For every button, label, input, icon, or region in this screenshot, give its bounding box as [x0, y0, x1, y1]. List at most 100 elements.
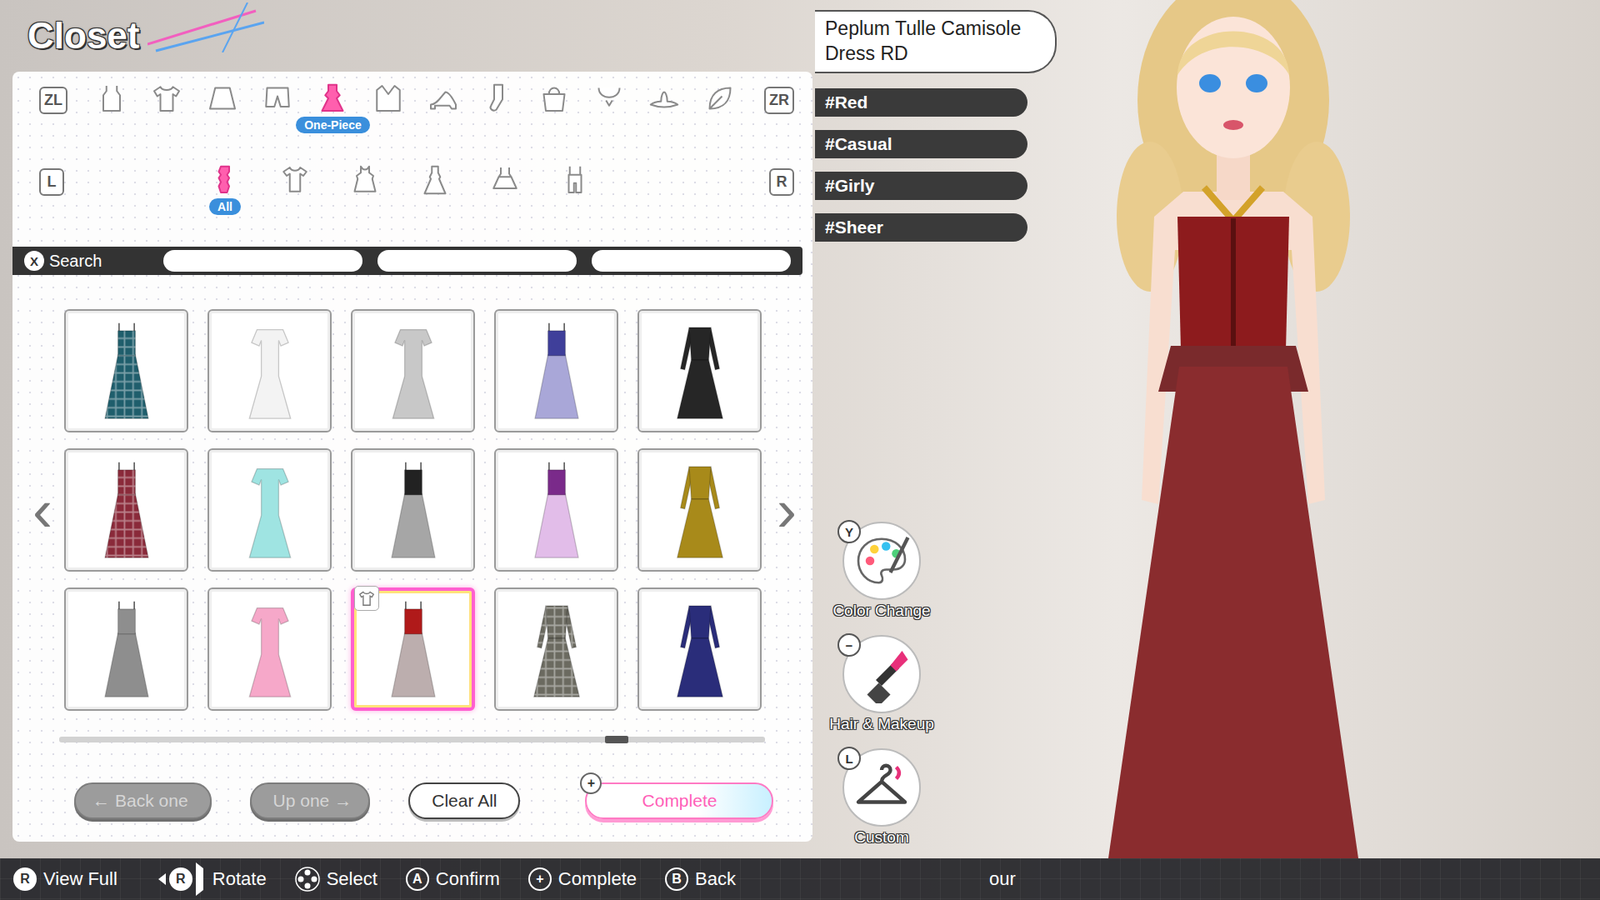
screen-title: Closet	[27, 15, 140, 57]
tool-circle: −	[842, 635, 921, 714]
tool-label: Hair & Makeup	[829, 715, 935, 734]
hint-label: Rotate	[212, 868, 267, 890]
item-card[interactable]	[207, 448, 332, 572]
item-card[interactable]	[494, 448, 619, 572]
info-column: Peplum Tulle Camisole Dress RD#Red#Casua…	[812, 0, 1063, 859]
dress-thumbnail-icon	[380, 316, 447, 425]
category-tab[interactable]	[147, 81, 186, 134]
item-card[interactable]	[64, 309, 189, 433]
item-card[interactable]	[207, 587, 332, 711]
subcategory-list: All	[64, 163, 770, 215]
item-card[interactable]	[494, 587, 619, 711]
item-card[interactable]	[494, 309, 619, 433]
prev-page-arrow[interactable]: ‹	[30, 480, 55, 540]
hint-label: Back	[695, 868, 736, 890]
side-tools: YColor Change−Hair & MakeupLCustom	[815, 521, 1063, 847]
search-field[interactable]	[377, 250, 577, 272]
item-card[interactable]	[350, 309, 475, 433]
dress-thumbnail-icon	[523, 316, 590, 425]
item-tag: #Casual	[815, 130, 1028, 159]
tool-label: Color Change	[832, 601, 930, 620]
item-card[interactable]	[64, 448, 189, 572]
prev-subcategory-key[interactable]: L	[39, 168, 65, 196]
item-card[interactable]	[64, 587, 189, 711]
subcategory-tab[interactable]	[415, 163, 455, 215]
category-tab[interactable]	[92, 81, 131, 134]
category-tab[interactable]	[590, 81, 629, 134]
scroll-thumb[interactable]	[605, 735, 629, 744]
item-card[interactable]	[637, 587, 762, 711]
side-tool-button[interactable]: LCustom	[823, 748, 940, 847]
category-tab[interactable]	[535, 81, 574, 134]
item-grid	[64, 309, 762, 711]
category-tab[interactable]	[424, 81, 463, 134]
search-label: Search	[49, 251, 149, 271]
dress-thumbnail-icon	[236, 316, 304, 425]
side-tool-button[interactable]: YColor Change	[823, 521, 940, 620]
category-tab[interactable]	[203, 81, 242, 134]
control-hints: RView FullRRotateSelectAConfirm+Complete…	[0, 858, 1600, 900]
tool-circle: Y	[842, 521, 921, 600]
subcategory-tab[interactable]: All	[205, 163, 245, 215]
button-label: Complete	[642, 790, 718, 811]
category-tab[interactable]	[645, 81, 684, 134]
equipped-badge	[354, 585, 380, 611]
subcategory-tab[interactable]	[555, 163, 595, 215]
hint-key: R	[13, 867, 37, 891]
subcategory-tab[interactable]	[275, 163, 315, 215]
hint-label: Select	[326, 868, 378, 890]
necklace-icon	[592, 81, 626, 115]
control-hint: RRotate	[145, 862, 267, 896]
control-hint: BBack	[665, 867, 736, 891]
scroll-bar[interactable]	[59, 736, 765, 743]
category-tab[interactable]	[369, 81, 408, 134]
subcategory-nav: L All R	[12, 151, 813, 247]
next-page-arrow[interactable]: ›	[775, 480, 799, 540]
action-button[interactable]: +Complete	[585, 782, 774, 820]
subcategory-tab[interactable]	[345, 163, 385, 215]
character-preview[interactable]	[1037, 0, 1430, 859]
subcategory-tab[interactable]	[485, 163, 525, 215]
item-card[interactable]	[350, 448, 475, 572]
category-tab[interactable]	[700, 81, 740, 134]
rotate-left-icon	[145, 873, 166, 885]
action-button[interactable]: Up one→	[250, 782, 371, 820]
prev-category-key[interactable]: ZL	[39, 86, 68, 115]
category-tab[interactable]	[258, 81, 297, 134]
search-field[interactable]	[591, 250, 791, 272]
action-button[interactable]: ←Back one	[74, 782, 212, 820]
palette-icon	[852, 531, 911, 590]
next-category-key[interactable]: ZR	[764, 86, 795, 115]
dress-thumbnail-icon	[93, 455, 160, 565]
item-tag: #Red	[815, 88, 1028, 117]
item-card[interactable]	[637, 309, 762, 433]
item-tag: #Sheer	[815, 213, 1028, 242]
button-arrow: ←	[92, 790, 110, 811]
category-label: One-Piece	[295, 116, 370, 134]
tool-key: L	[837, 746, 861, 770]
category-tab[interactable]: One-Piece	[313, 81, 352, 134]
search-field[interactable]	[163, 250, 363, 272]
lipstick-icon	[852, 645, 911, 704]
item-card[interactable]	[637, 448, 762, 572]
dress-thumbnail-icon	[236, 595, 304, 704]
category-tab[interactable]	[479, 81, 518, 134]
next-subcategory-key[interactable]: R	[769, 168, 795, 196]
shirtdress-icon	[278, 163, 312, 197]
overall-icon	[558, 163, 592, 197]
hint-label: View Full	[43, 868, 118, 890]
action-buttons: ←Back one Up one→ Clear All +Complete	[12, 782, 813, 820]
button-label: Back one	[115, 790, 189, 811]
search-key[interactable]: X	[24, 250, 45, 271]
item-card[interactable]	[207, 309, 332, 433]
item-card[interactable]	[350, 587, 475, 711]
button-arrow: →	[334, 790, 352, 811]
button-key-badge: +	[580, 772, 602, 795]
button-label: Clear All	[431, 790, 497, 811]
hint-key: +	[528, 867, 552, 891]
side-tool-button[interactable]: −Hair & Makeup	[823, 635, 940, 734]
tool-key: Y	[837, 520, 861, 544]
action-button[interactable]: Clear All	[408, 782, 520, 820]
subcategory-label: All	[209, 198, 241, 215]
dress-thumbnail-icon	[523, 455, 590, 565]
